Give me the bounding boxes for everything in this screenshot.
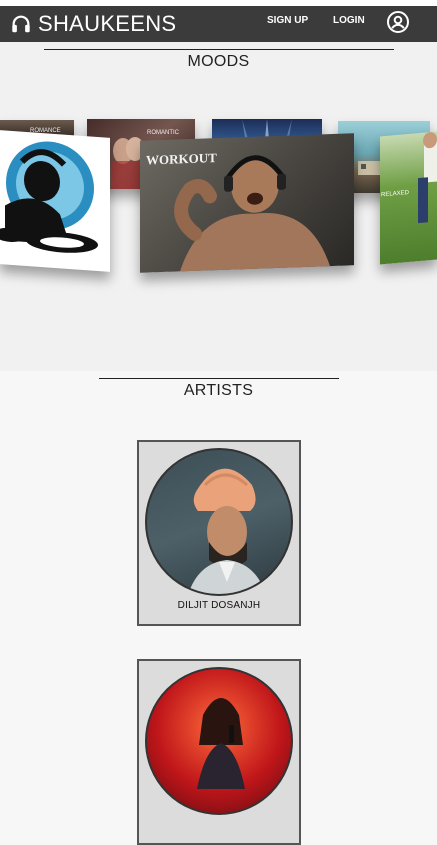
mood-card-workout-label: WORKOUT <box>146 150 217 167</box>
brand-name: SHAUKEENS <box>38 11 177 36</box>
mood-card-workout[interactable]: WORKOUT <box>140 133 354 273</box>
brand-logo[interactable]: SHAUKEENS <box>10 9 176 39</box>
moods-divider <box>44 49 394 50</box>
artist-name: DILJIT DOSANJH <box>177 600 261 611</box>
artist-photo <box>145 667 293 815</box>
mood-card-dj-image <box>0 141 98 253</box>
mood-card-workout-image: WORKOUT <box>146 150 330 272</box>
artist-photo-image <box>188 468 266 594</box>
artist-photo <box>145 448 293 596</box>
mood-card-relaxed-image: RELAXED <box>381 132 437 224</box>
mood-card-romantic-label: ROMANTIC <box>147 130 180 136</box>
mood-card-relaxed-label: RELAXED <box>381 190 410 198</box>
headphones-icon <box>12 15 30 33</box>
account-circle-icon[interactable] <box>386 10 410 34</box>
artist-photo-image <box>197 698 245 789</box>
mood-card-relaxed[interactable]: RELAXED <box>380 131 437 265</box>
artists-section: ARTISTS DILJIT DOSANJH <box>0 371 437 845</box>
artist-card[interactable] <box>137 659 301 845</box>
artists-title: ARTISTS <box>183 382 254 399</box>
moods-title: MOODS <box>187 53 250 70</box>
artist-card[interactable]: DILJIT DOSANJH <box>137 440 301 626</box>
artists-divider <box>99 378 339 379</box>
mood-card-dj[interactable] <box>0 130 110 272</box>
login-link[interactable]: LOGIN <box>333 15 365 26</box>
moods-section: MOODS ROMANCE ROMANTIC WORKOUT RELAXED <box>0 42 437 371</box>
signup-link[interactable]: SIGN UP <box>267 15 308 26</box>
navbar: SHAUKEENS SIGN UP LOGIN <box>0 6 437 42</box>
